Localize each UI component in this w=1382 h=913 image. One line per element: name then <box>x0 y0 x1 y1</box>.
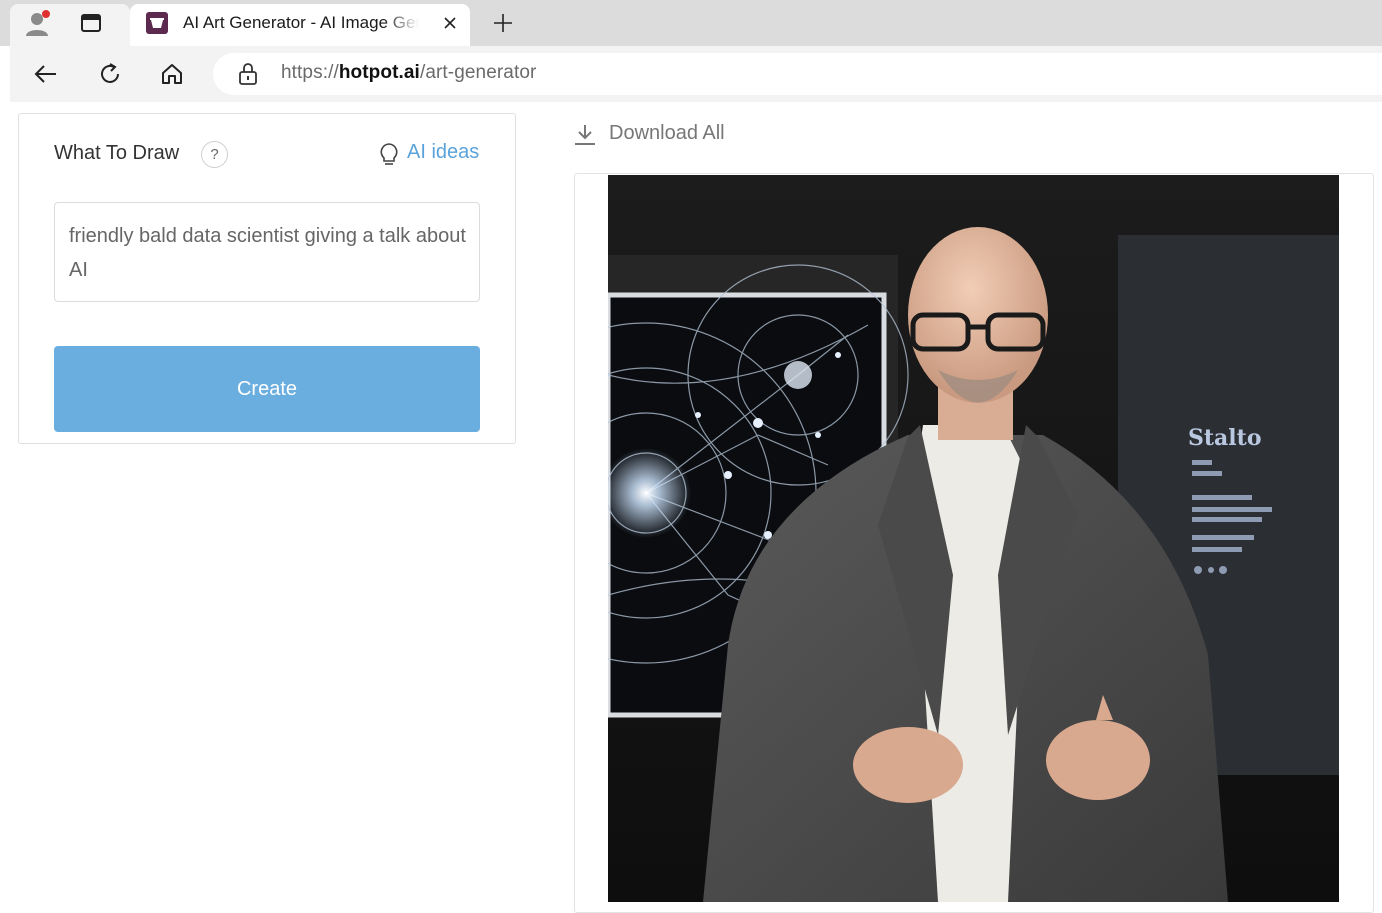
create-button[interactable]: Create <box>54 346 480 432</box>
tab-title[interactable]: AI Art Generator - AI Image Generator <box>183 13 419 33</box>
profile-icon[interactable] <box>24 9 52 37</box>
plus-icon[interactable] <box>490 10 516 36</box>
ai-ideas-link[interactable]: AI ideas <box>407 141 479 164</box>
download-icon[interactable] <box>572 122 598 148</box>
home-icon[interactable] <box>156 58 188 90</box>
lock-icon[interactable] <box>237 62 259 86</box>
close-icon[interactable] <box>438 11 462 35</box>
lightbulb-icon[interactable] <box>378 142 400 168</box>
generated-image[interactable]: Stalto <box>608 175 1339 902</box>
help-icon[interactable]: ? <box>201 141 228 168</box>
back-arrow-icon[interactable] <box>30 58 62 90</box>
refresh-icon[interactable] <box>94 58 126 90</box>
url-text[interactable]: https://hotpot.ai/art-generator <box>281 62 536 84</box>
workspaces-icon[interactable] <box>80 12 102 34</box>
slide-heading: Stalto <box>1188 425 1262 451</box>
what-to-draw-label: What To Draw <box>54 142 180 164</box>
download-all-button[interactable]: Download All <box>609 122 725 145</box>
hotpot-favicon <box>146 12 168 34</box>
prompt-input-value[interactable]: friendly bald data scientist giving a ta… <box>69 219 469 287</box>
